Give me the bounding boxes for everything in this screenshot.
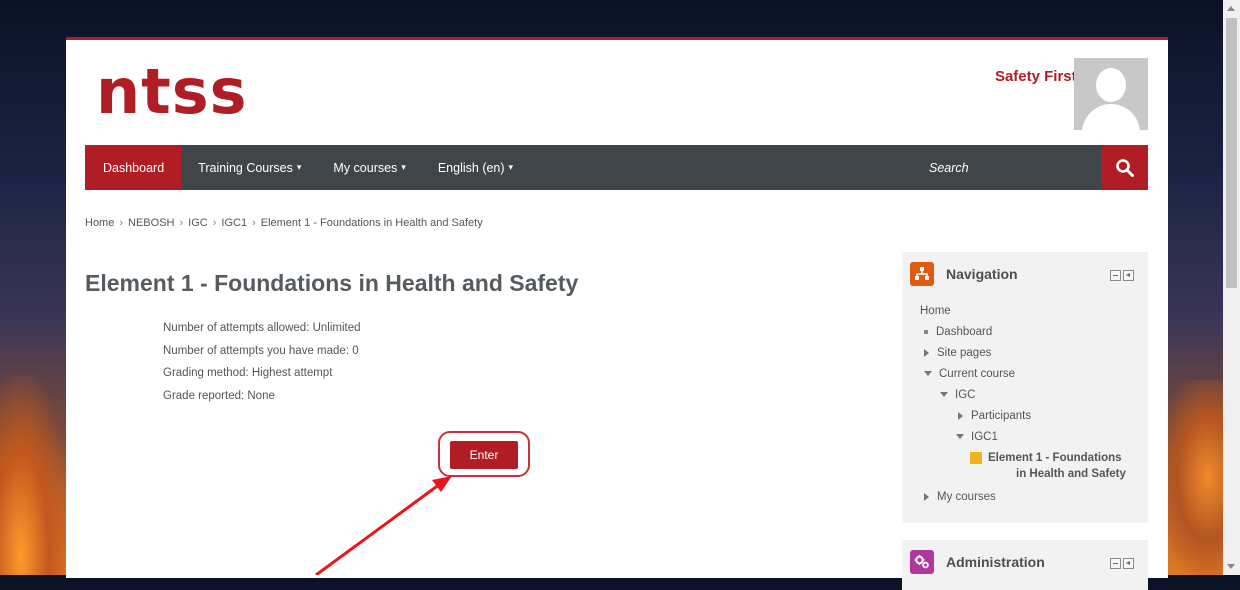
expand-arrow-icon: [924, 348, 929, 357]
gears-icon: [910, 550, 934, 574]
breadcrumb-separator-icon: ›: [119, 217, 124, 229]
chevron-down-icon: ▾: [508, 162, 514, 172]
nav-dashboard[interactable]: Dashboard: [85, 145, 183, 190]
collapse-arrow-icon: [956, 434, 964, 440]
search-button[interactable]: [1102, 145, 1148, 190]
nav-language-label: English (en): [437, 160, 505, 175]
enter-button[interactable]: Enter: [450, 441, 518, 469]
navigation-block: Navigation Home Dashboard Site pages Cur…: [902, 252, 1148, 523]
avatar[interactable]: [1074, 58, 1148, 130]
nav-tree-igc1-label: IGC1: [971, 431, 998, 443]
search-input[interactable]: Search: [915, 145, 1101, 190]
chevron-down-icon: ▾: [401, 162, 406, 172]
nav-language[interactable]: English (en) ▾: [422, 145, 529, 190]
search-icon: [1116, 158, 1134, 177]
collapse-arrow-icon: [924, 371, 932, 377]
nav-tree-home[interactable]: Home: [920, 304, 951, 318]
site-logo[interactable]: ntss: [96, 52, 248, 132]
nav-tree-site-pages-label: Site pages: [937, 347, 992, 359]
user-menu[interactable]: Safety Firstˇ: [995, 68, 1080, 85]
breadcrumb-igc1[interactable]: IGC1: [221, 217, 247, 229]
nav-tree-dashboard[interactable]: Dashboard: [924, 325, 992, 339]
breadcrumb-separator-icon: ›: [252, 217, 256, 229]
nav-tree-participants-label: Participants: [971, 410, 1032, 422]
navigation-block-header: Navigation: [910, 262, 1018, 286]
nav-tree-my-courses[interactable]: My courses: [924, 490, 996, 504]
nav-tree-current-course[interactable]: Current course: [924, 367, 1015, 381]
breadcrumb-current[interactable]: Element 1 - Foundations in Health and Sa…: [261, 217, 483, 229]
scroll-down-icon[interactable]: [1227, 564, 1235, 569]
nav-tree-current-course-label: Current course: [939, 368, 1016, 380]
nav-tree-participants[interactable]: Participants: [958, 409, 1031, 423]
breadcrumb-separator-icon: ›: [212, 217, 217, 229]
administration-block-header: Administration: [910, 550, 1045, 574]
administration-block: Administration: [902, 540, 1148, 590]
background-sunset-left: [0, 375, 70, 575]
collapse-icon[interactable]: [1110, 270, 1121, 281]
search-placeholder: Search: [929, 160, 969, 175]
breadcrumb-home[interactable]: Home: [85, 217, 114, 229]
moodle-page: ntss Safety Firstˇ Dashboard Training Co…: [66, 37, 1168, 590]
avatar-body: [1082, 104, 1140, 130]
breadcrumb: Home › NEBOSH › IGC › IGC1 › Element 1 - Foundat…: [85, 217, 483, 229]
page-scrollbar[interactable]: [1223, 0, 1240, 575]
breadcrumb-igc[interactable]: IGC: [188, 217, 208, 229]
attempts-allowed: Number of attempts allowed: Unlimited: [163, 322, 361, 334]
breadcrumb-nebosh[interactable]: NEBOSH: [128, 217, 174, 229]
nav-tree-igc-label: IGC: [955, 389, 976, 401]
page-title: Element 1 - Foundations in Health and Sa…: [85, 270, 579, 296]
sitemap-icon: [910, 262, 934, 286]
collapse-icon[interactable]: [1110, 558, 1121, 569]
attempts-made: Number of attempts you have made: 0: [163, 344, 359, 357]
nav-tree-my-courses-label: My courses: [937, 491, 996, 503]
nav-tree-current-activity-line1: Element 1 - Foundations: [988, 452, 1122, 464]
main-navbar: Dashboard Training Courses ▾ My courses ▾ …: [85, 145, 1148, 190]
dock-icon[interactable]: [1123, 558, 1134, 569]
avatar-head: [1096, 68, 1126, 102]
block-controls: [1110, 558, 1134, 569]
dock-icon[interactable]: [1123, 270, 1134, 281]
expand-arrow-icon: [958, 411, 963, 420]
administration-block-title: Administration: [946, 554, 1045, 570]
scroll-thumb[interactable]: [1226, 18, 1237, 288]
nav-training-courses[interactable]: Training Courses ▾: [182, 145, 317, 190]
scorm-package-icon: [970, 451, 982, 464]
nav-tree-current-activity[interactable]: Element 1 - Foundations: [970, 451, 1122, 465]
user-name: Safety First: [994, 68, 1077, 85]
grade-reported: Grade reported: None: [163, 389, 275, 402]
bullet-icon: [924, 329, 928, 334]
navigation-block-title: Navigation: [946, 266, 1018, 282]
nav-my-courses-label: My courses: [333, 160, 398, 175]
nav-my-courses[interactable]: My courses ▾: [317, 145, 421, 190]
nav-tree-dashboard-label: Dashboard: [936, 326, 993, 338]
nav-tree-site-pages[interactable]: Site pages: [924, 346, 991, 360]
collapse-arrow-icon: [940, 392, 948, 398]
scroll-up-icon[interactable]: [1227, 6, 1235, 11]
nav-tree-igc1[interactable]: IGC1: [956, 430, 998, 444]
nav-dashboard-label: Dashboard: [103, 160, 165, 175]
nav-tree-igc[interactable]: IGC: [940, 388, 975, 402]
attempt-info: Number of attempts allowed: Unlimited Nu…: [163, 317, 361, 407]
chevron-down-icon: ▾: [296, 162, 302, 172]
breadcrumb-separator-icon: ›: [179, 217, 184, 229]
nav-tree-current-activity-line2[interactable]: in Health and Safety: [1016, 467, 1126, 481]
expand-arrow-icon: [924, 492, 929, 501]
block-controls: [1110, 270, 1134, 281]
nav-training-courses-label: Training Courses: [198, 160, 293, 175]
grading-method: Grading method: Highest attempt: [163, 367, 333, 379]
